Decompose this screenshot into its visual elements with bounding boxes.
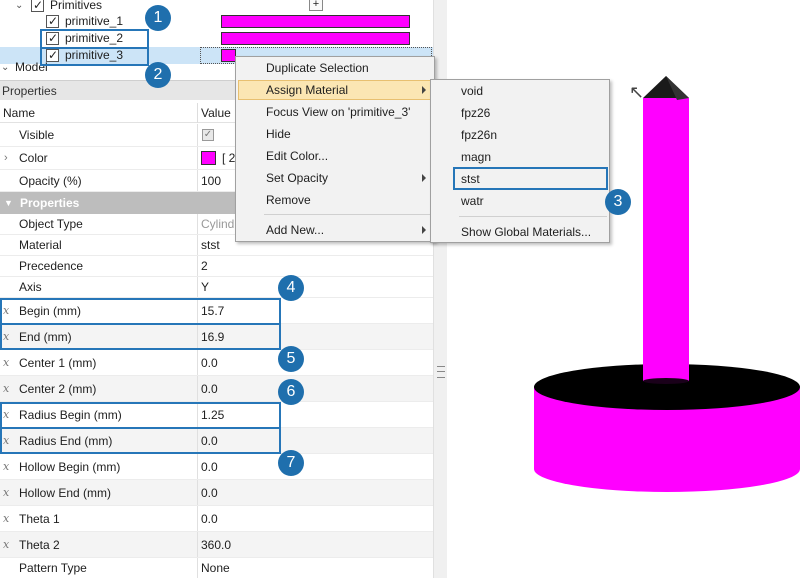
material-item-fpz26n[interactable]: fpz26n (461, 125, 497, 145)
menu-item-set-opacity[interactable]: Set Opacity (266, 168, 328, 188)
material-item-magn[interactable]: magn (461, 147, 491, 167)
color-swatch-bar[interactable] (221, 32, 410, 45)
callout-box-begin (0, 298, 281, 325)
tree-item-primitive-1[interactable]: primitive_1 (0, 13, 433, 30)
callout-badge-1: 1 (145, 5, 171, 31)
property-row-hollow-end[interactable]: x Hollow End (mm) 0.0 (0, 480, 433, 506)
submenu-arrow-icon (422, 174, 426, 182)
callout-badge-6: 6 (278, 379, 304, 405)
column-name-header[interactable]: Name (3, 103, 35, 123)
formula-icon[interactable]: x (3, 506, 9, 532)
property-name: Visible (19, 128, 55, 142)
property-name: Theta 2 (19, 538, 60, 552)
property-name: Material (19, 238, 62, 252)
property-name: Axis (19, 280, 42, 294)
callout-badge-2: 2 (145, 62, 171, 88)
property-row-precedence[interactable]: Precedence 2 (0, 256, 433, 277)
property-value[interactable]: None (201, 558, 230, 578)
color-swatch-bar[interactable] (221, 15, 410, 28)
tree-group-primitives[interactable]: ⌄ Primitives + (0, 0, 433, 14)
menu-separator (264, 214, 430, 215)
property-name: Theta 1 (19, 512, 60, 526)
property-row-center-1[interactable]: x Center 1 (mm) 0.0 (0, 350, 433, 376)
menu-item-hide[interactable]: Hide (266, 124, 291, 144)
property-value[interactable]: 0.0 (201, 376, 218, 402)
menu-item-edit-color[interactable]: Edit Color... (266, 146, 328, 166)
property-row-theta-1[interactable]: x Theta 1 0.0 (0, 506, 433, 532)
property-row-hollow-begin[interactable]: x Hollow Begin (mm) 0.0 (0, 454, 433, 480)
callout-box-primitive-3 (40, 47, 149, 66)
property-name: Hollow End (mm) (19, 486, 112, 500)
property-value[interactable]: 0.0 (201, 506, 218, 532)
collapse-chevron-icon[interactable]: ⌄ (15, 0, 23, 14)
formula-icon[interactable]: x (3, 532, 9, 558)
menu-item-add-new[interactable]: Add New... (266, 220, 324, 240)
material-submenu: void fpz26 fpz26n magn stst watr Show Gl… (430, 79, 610, 243)
menu-separator (459, 216, 607, 217)
mouse-cursor-icon: ↖ (629, 82, 645, 102)
property-row-axis[interactable]: Axis Y (0, 277, 433, 298)
property-name: Object Type (19, 217, 83, 231)
callout-badge-3: 3 (605, 189, 631, 215)
primitive-1-checkbox[interactable] (46, 13, 59, 30)
callout-box-primitive-2 (40, 29, 149, 49)
formula-icon[interactable]: x (3, 454, 9, 480)
callout-box-radius-end (0, 427, 281, 454)
visible-checkbox[interactable]: ✓ (202, 129, 214, 141)
color-swatch[interactable] (201, 151, 216, 165)
property-value[interactable]: 2 (201, 256, 208, 277)
material-item-watr[interactable]: watr (461, 191, 484, 211)
expand-chevron-icon[interactable]: › (4, 147, 8, 170)
property-value[interactable]: 0.0 (201, 454, 218, 480)
property-name: Hollow Begin (mm) (19, 460, 121, 474)
column-value-header[interactable]: Value (201, 103, 231, 123)
property-value[interactable]: 0.0 (201, 480, 218, 506)
show-global-materials-item[interactable]: Show Global Materials... (461, 222, 591, 242)
property-value: Cylind (201, 217, 235, 231)
property-value[interactable]: 0.0 (201, 350, 218, 376)
section-title: Properties (20, 196, 80, 210)
callout-badge-4: 4 (278, 275, 304, 301)
color-swatch-bar[interactable] (221, 49, 236, 62)
property-value[interactable]: 360.0 (201, 532, 231, 558)
property-value: [ 2 (222, 151, 236, 165)
property-row-pattern-type[interactable]: Pattern Type None (0, 558, 433, 578)
formula-icon[interactable]: x (3, 350, 9, 376)
material-item-fpz26[interactable]: fpz26 (461, 103, 490, 123)
formula-icon[interactable]: x (3, 480, 9, 506)
property-name: Center 1 (mm) (19, 356, 97, 370)
menu-item-remove[interactable]: Remove (266, 190, 311, 210)
property-value[interactable]: Y (201, 277, 209, 298)
property-name: Center 2 (mm) (19, 382, 97, 396)
menu-item-assign-material[interactable]: Assign Material (266, 80, 348, 100)
property-name: Opacity (%) (19, 174, 82, 188)
scrollbar-grip-icon[interactable] (437, 366, 445, 378)
context-menu: Duplicate Selection Assign Material Focu… (235, 56, 435, 242)
menu-item-focus-view[interactable]: Focus View on 'primitive_3' (266, 102, 410, 122)
property-row-center-2[interactable]: x Center 2 (mm) 0.0 (0, 376, 433, 402)
material-item-void[interactable]: void (461, 81, 483, 101)
collapse-chevron-icon[interactable]: ▼ (4, 192, 13, 214)
tree-group-label: Primitives (50, 0, 103, 12)
collapse-chevron-icon[interactable]: ⌄ (1, 61, 9, 75)
menu-item-duplicate-selection[interactable]: Duplicate Selection (266, 58, 369, 78)
property-name: Color (19, 151, 48, 165)
submenu-arrow-icon (422, 86, 426, 94)
submenu-arrow-icon (422, 226, 426, 234)
callout-box-end (0, 323, 281, 350)
property-value[interactable]: 100 (201, 170, 221, 192)
callout-box-stst (453, 167, 608, 190)
tree-item-label: primitive_1 (65, 14, 124, 28)
add-primitive-button[interactable]: + (309, 0, 323, 11)
property-name: Pattern Type (19, 561, 87, 575)
formula-icon[interactable]: x (3, 376, 9, 402)
property-value[interactable]: stst (201, 235, 220, 256)
property-name: Precedence (19, 259, 84, 273)
primitives-checkbox[interactable] (31, 0, 44, 14)
callout-badge-5: 5 (278, 346, 304, 372)
property-row-theta-2[interactable]: x Theta 2 360.0 (0, 532, 433, 558)
callout-badge-7: 7 (278, 450, 304, 476)
callout-box-radius-begin (0, 402, 281, 429)
